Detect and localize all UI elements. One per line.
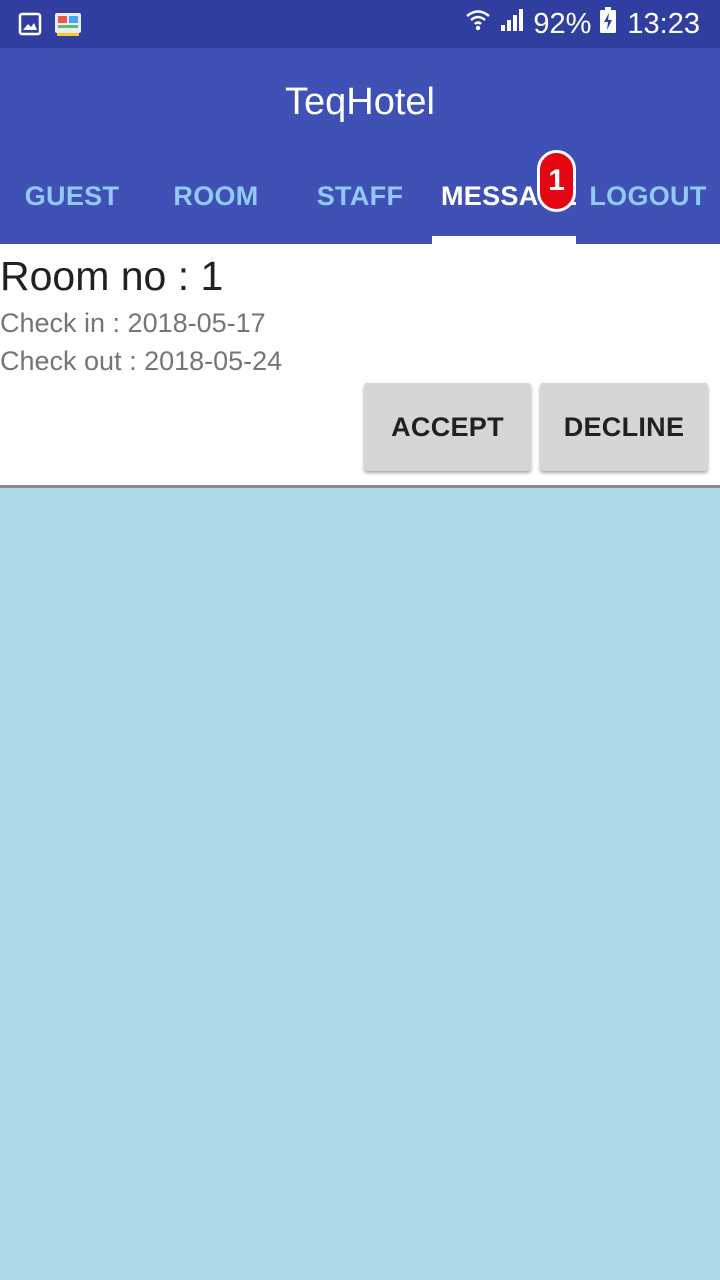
tab-guest[interactable]: GUEST — [0, 148, 144, 244]
status-notifications — [18, 10, 82, 43]
check-in-date: Check in : 2018-05-17 — [0, 308, 266, 338]
room-number: Room no : 1 — [0, 253, 224, 299]
battery-percent: 92% — [533, 7, 592, 40]
booking-request-card: Room no : 1 Check in : 2018-05-17 Check … — [0, 244, 720, 488]
app-title: TeqHotel — [285, 81, 435, 123]
status-bar: 92% 13:23 — [0, 0, 720, 48]
decline-button[interactable]: DECLINE — [540, 383, 708, 471]
tab-staff[interactable]: STAFF — [288, 148, 432, 244]
accept-button[interactable]: ACCEPT — [364, 383, 531, 471]
signal-icon — [499, 7, 525, 41]
wifi-icon — [465, 7, 491, 41]
app-notification-icon — [54, 10, 82, 43]
tab-logout[interactable]: LOGOUT — [576, 148, 720, 244]
message-count-badge: 1 — [537, 150, 576, 212]
battery-charging-icon — [599, 6, 617, 42]
gallery-icon — [18, 12, 42, 41]
status-indicators: 92% 13:23 — [465, 0, 700, 48]
content-area — [0, 488, 720, 1280]
check-out-date: Check out : 2018-05-24 — [0, 346, 283, 376]
tab-room[interactable]: ROOM — [144, 148, 288, 244]
clock: 13:23 — [627, 7, 700, 40]
active-tab-indicator — [432, 236, 576, 244]
tab-bar: GUEST ROOM STAFF MESSAGE LOGOUT — [0, 148, 720, 244]
